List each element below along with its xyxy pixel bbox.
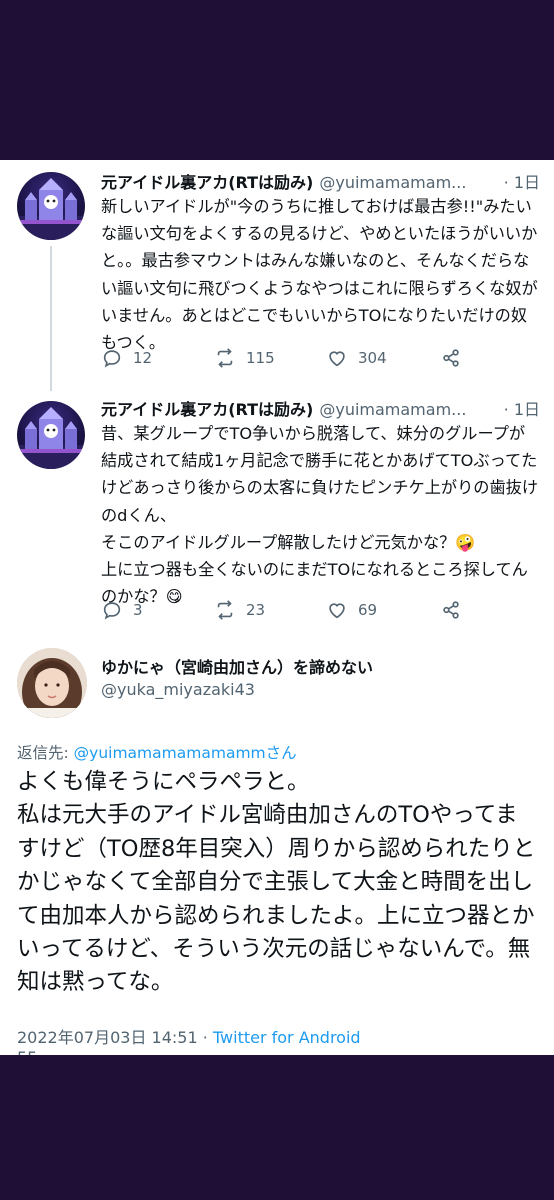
tweet-actions: 12 115 304 (101, 346, 541, 370)
tweet-source[interactable]: Twitter for Android (213, 1028, 361, 1047)
retweet-count: 115 (246, 349, 275, 367)
share-icon (443, 601, 459, 619)
author-name[interactable]: ゆかにゃ（宮崎由加さん）を諦めない (101, 654, 373, 678)
retweet-count: 23 (246, 601, 266, 619)
author-name[interactable]: 元アイドル裏アカ(RTは励み) (101, 400, 313, 419)
tweet-timestamp[interactable]: 2022年07月03日 14:51 · (17, 1028, 213, 1047)
tweet-text: よくも偉そうにペラペラと。 私は元大手のアイドル宮崎由加さんのTOやってますけど… (17, 769, 536, 996)
reply-to-label: 返信先: (17, 744, 74, 762)
reply-to-mention[interactable]: @yuimamamamamammさん (74, 744, 297, 762)
reply-count: 12 (133, 349, 153, 367)
person-avatar-icon (17, 648, 87, 718)
thread-line (50, 246, 52, 391)
tweet-thread-panel: 元アイドル裏アカ(RTは励み) @yuimamamam... · 1日 新しいアイ… (0, 160, 554, 1055)
cut-off-text: 55 (17, 1048, 37, 1055)
retweet-icon (217, 348, 233, 368)
castle-avatar-icon (17, 178, 85, 240)
heart-icon (329, 351, 345, 367)
tweet-actions: 3 23 69 (101, 598, 541, 622)
author-handle[interactable]: @yuimamamam... (319, 400, 466, 419)
heart-icon (329, 603, 345, 619)
reply-to-line: 返信先: @yuimamamamamammさん (17, 741, 297, 763)
like-button[interactable]: 69 (326, 598, 377, 622)
author-handle[interactable]: @yuka_miyazaki43 (101, 680, 255, 699)
reply-button[interactable]: 12 (101, 346, 152, 370)
share-button[interactable] (440, 346, 472, 370)
reply-button[interactable]: 3 (101, 598, 143, 622)
castle-avatar-icon (17, 407, 85, 469)
share-button[interactable] (440, 598, 472, 622)
author-handle[interactable]: @yuimamamam... (319, 173, 466, 192)
retweet-button[interactable]: 115 (214, 346, 275, 370)
tweet-text: 昔、某グループでTO争いから脱落して、妹分のグループが結成されて結成1ヶ月記念で… (101, 424, 539, 607)
bottom-frame (0, 1055, 554, 1200)
top-frame (0, 0, 554, 160)
reply-icon (103, 602, 121, 620)
reply-count: 3 (133, 601, 143, 619)
share-icon (443, 349, 459, 367)
tweet-text: 新しいアイドルが"今のうちに推しておけば最古参!!"みたいな謳い文句をよくするの… (101, 197, 538, 353)
like-button[interactable]: 304 (326, 346, 387, 370)
like-count: 69 (358, 601, 378, 619)
avatar[interactable] (17, 172, 85, 240)
avatar[interactable] (17, 401, 85, 469)
retweet-icon (217, 600, 233, 620)
author-name[interactable]: 元アイドル裏アカ(RTは励み) (101, 173, 313, 192)
tweet-meta: 2022年07月03日 14:51 · Twitter for Android (17, 1024, 361, 1048)
reply-icon (103, 350, 121, 368)
avatar[interactable] (17, 648, 87, 718)
like-count: 304 (358, 349, 387, 367)
retweet-button[interactable]: 23 (214, 598, 265, 622)
